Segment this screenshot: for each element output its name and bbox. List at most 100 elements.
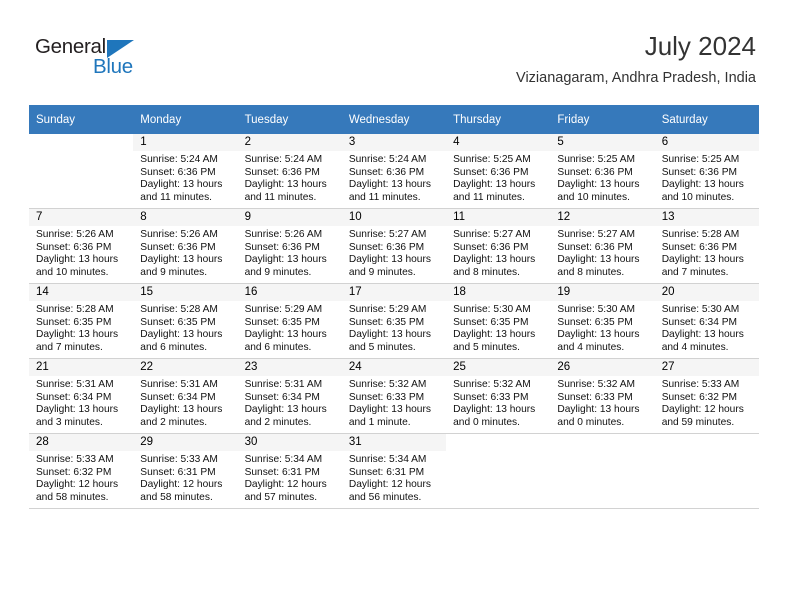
calendar-day-cell[interactable]: 22 Sunrise: 5:31 AM Sunset: 6:34 PM Dayligh… — [133, 359, 238, 434]
daylight-text-line2: and 9 minutes. — [348, 266, 416, 278]
calendar-day-cell[interactable]: 12 Sunrise: 5:27 AM Sunset: 6:36 PM Dayligh… — [550, 209, 655, 284]
day-number: 15 — [133, 284, 238, 301]
calendar-day-cell[interactable]: 25 Sunrise: 5:32 AM Sunset: 6:33 PM Dayligh… — [446, 359, 551, 434]
daylight-text-line2: and 3 minutes. — [36, 416, 103, 428]
calendar-day-cell[interactable]: 19 Sunrise: 5:30 AM Sunset: 6:35 PM Dayligh… — [550, 284, 655, 359]
calendar-day-cell[interactable]: 17 Sunrise: 5:29 AM Sunset: 6:35 PM Dayligh… — [341, 284, 447, 359]
daylight-text-line1: Daylight: 13 hours — [36, 404, 119, 416]
daylight-text-line2: and 5 minutes. — [348, 341, 416, 353]
calendar-week-row: 21 Sunrise: 5:31 AM Sunset: 6:34 PM Dayligh… — [29, 359, 759, 434]
sunrise-text: Sunrise: 5:30 AM — [661, 304, 740, 315]
day-number: 6 — [654, 134, 759, 151]
sunset-text: Sunset: 6:36 PM — [557, 241, 633, 253]
sunset-text: Sunset: 6:33 PM — [557, 391, 633, 403]
calendar-day-cell[interactable]: 21 Sunrise: 5:31 AM Sunset: 6:34 PM Dayligh… — [29, 359, 134, 434]
day-number: 19 — [550, 284, 655, 301]
sunset-text: Sunset: 6:34 PM — [36, 391, 112, 403]
daylight-text-line1: Daylight: 13 hours — [557, 329, 640, 341]
daylight-text-line2: and 6 minutes. — [244, 341, 312, 353]
sunrise-text: Sunrise: 5:33 AM — [140, 454, 218, 465]
calendar-day-cell[interactable]: 1 Sunrise: 5:24 AM Sunset: 6:36 PM Daylight… — [133, 134, 238, 209]
day-cell-inner: 31 Sunrise: 5:34 AM Sunset: 6:31 PM Dayligh… — [341, 434, 447, 509]
day-cell-inner: 21 Sunrise: 5:31 AM Sunset: 6:34 PM Dayligh… — [29, 359, 134, 434]
sunset-text: Sunset: 6:34 PM — [244, 391, 320, 403]
sunset-text: Sunset: 6:34 PM — [661, 316, 738, 328]
calendar-body: 1 Sunrise: 5:24 AM Sunset: 6:36 PM Daylight… — [29, 134, 759, 509]
calendar-day-cell[interactable]: 30 Sunrise: 5:34 AM Sunset: 6:31 PM Dayligh… — [237, 434, 342, 509]
calendar-day-cell[interactable]: 31 Sunrise: 5:34 AM Sunset: 6:31 PM Dayligh… — [341, 434, 447, 509]
day-details: Sunrise: 5:28 AM Sunset: 6:36 PM Daylight:… — [655, 226, 759, 279]
daylight-text-line2: and 11 minutes. — [453, 191, 525, 203]
weekday-header-sunday: Sunday — [29, 105, 134, 134]
sunset-text: Sunset: 6:36 PM — [661, 166, 738, 178]
day-details: Sunrise: 5:31 AM Sunset: 6:34 PM Daylight:… — [29, 376, 133, 429]
day-cell-inner: 13 Sunrise: 5:28 AM Sunset: 6:36 PM Dayligh… — [654, 209, 759, 284]
day-details: Sunrise: 5:28 AM Sunset: 6:35 PM Daylight:… — [29, 301, 133, 354]
calendar-day-cell[interactable]: 14 Sunrise: 5:28 AM Sunset: 6:35 PM Dayligh… — [29, 284, 134, 359]
day-details: Sunrise: 5:30 AM Sunset: 6:35 PM Daylight:… — [550, 301, 654, 354]
day-details: Sunrise: 5:29 AM Sunset: 6:35 PM Daylight:… — [342, 301, 446, 354]
day-cell-inner: 26 Sunrise: 5:32 AM Sunset: 6:33 PM Dayligh… — [550, 359, 655, 434]
calendar-day-cell[interactable]: 8 Sunrise: 5:26 AM Sunset: 6:36 PM Daylight… — [133, 209, 238, 284]
daylight-text-line2: and 57 minutes. — [244, 491, 318, 503]
day-number: 25 — [446, 359, 551, 376]
day-cell-inner: 12 Sunrise: 5:27 AM Sunset: 6:36 PM Dayligh… — [550, 209, 655, 284]
day-number: 16 — [237, 284, 342, 301]
calendar-day-cell[interactable]: 16 Sunrise: 5:29 AM Sunset: 6:35 PM Dayligh… — [237, 284, 342, 359]
calendar-day-cell[interactable]: 24 Sunrise: 5:32 AM Sunset: 6:33 PM Dayligh… — [341, 359, 447, 434]
sunrise-text: Sunrise: 5:34 AM — [348, 454, 427, 465]
calendar-day-cell[interactable]: 13 Sunrise: 5:28 AM Sunset: 6:36 PM Dayligh… — [654, 209, 759, 284]
calendar-day-cell[interactable]: 4 Sunrise: 5:25 AM Sunset: 6:36 PM Daylight… — [446, 134, 551, 209]
daylight-text-line1: Daylight: 13 hours — [140, 179, 223, 191]
calendar-day-cell[interactable]: 29 Sunrise: 5:33 AM Sunset: 6:31 PM Dayligh… — [133, 434, 238, 509]
daylight-text-line2: and 2 minutes. — [140, 416, 208, 428]
daylight-text-line2: and 56 minutes. — [348, 491, 422, 503]
calendar-day-cell[interactable]: 7 Sunrise: 5:26 AM Sunset: 6:36 PM Daylight… — [29, 209, 134, 284]
calendar-day-cell[interactable]: 27 Sunrise: 5:33 AM Sunset: 6:32 PM Dayligh… — [654, 359, 759, 434]
sunrise-text: Sunrise: 5:29 AM — [244, 304, 323, 315]
sunset-text: Sunset: 6:36 PM — [453, 241, 529, 253]
day-number: 28 — [29, 434, 134, 451]
daylight-text-line1: Daylight: 12 hours — [348, 479, 431, 491]
calendar-day-cell[interactable]: 18 Sunrise: 5:30 AM Sunset: 6:35 PM Dayligh… — [446, 284, 551, 359]
day-details: Sunrise: 5:33 AM Sunset: 6:32 PM Daylight:… — [655, 376, 759, 429]
calendar-day-cell[interactable]: 6 Sunrise: 5:25 AM Sunset: 6:36 PM Daylight… — [654, 134, 759, 209]
calendar-day-cell[interactable]: 20 Sunrise: 5:30 AM Sunset: 6:34 PM Dayligh… — [654, 284, 759, 359]
calendar-day-cell[interactable]: 15 Sunrise: 5:28 AM Sunset: 6:35 PM Dayligh… — [133, 284, 238, 359]
day-number — [654, 434, 759, 451]
day-cell-inner — [446, 434, 551, 509]
daylight-text-line2: and 1 minute. — [348, 416, 411, 428]
calendar-day-cell[interactable]: 11 Sunrise: 5:27 AM Sunset: 6:36 PM Dayligh… — [446, 209, 551, 284]
day-cell-inner: 4 Sunrise: 5:25 AM Sunset: 6:36 PM Daylight… — [446, 134, 551, 209]
sunrise-text: Sunrise: 5:28 AM — [661, 229, 740, 240]
daylight-text-line1: Daylight: 12 hours — [140, 479, 223, 491]
calendar-day-cell[interactable]: 9 Sunrise: 5:26 AM Sunset: 6:36 PM Daylight… — [237, 209, 342, 284]
day-details: Sunrise: 5:24 AM Sunset: 6:36 PM Daylight:… — [133, 151, 237, 204]
month-calendar: Sunday Monday Tuesday Wednesday Thursday… — [29, 105, 759, 509]
day-number — [446, 434, 551, 451]
day-cell-inner: 2 Sunrise: 5:24 AM Sunset: 6:36 PM Daylight… — [237, 134, 342, 209]
calendar-day-cell[interactable]: 3 Sunrise: 5:24 AM Sunset: 6:36 PM Daylight… — [341, 134, 447, 209]
day-number: 20 — [654, 284, 759, 301]
calendar-day-cell[interactable]: 5 Sunrise: 5:25 AM Sunset: 6:36 PM Daylight… — [550, 134, 655, 209]
daylight-text-line2: and 7 minutes. — [36, 341, 103, 353]
calendar-day-cell[interactable]: 28 Sunrise: 5:33 AM Sunset: 6:32 PM Dayligh… — [29, 434, 134, 509]
day-details: Sunrise: 5:32 AM Sunset: 6:33 PM Daylight:… — [342, 376, 446, 429]
day-cell-inner: 17 Sunrise: 5:29 AM Sunset: 6:35 PM Dayligh… — [341, 284, 447, 359]
sunset-text: Sunset: 6:35 PM — [140, 316, 216, 328]
day-cell-inner: 19 Sunrise: 5:30 AM Sunset: 6:35 PM Dayligh… — [550, 284, 655, 359]
calendar-empty-cell — [550, 434, 655, 509]
weekday-header-thursday: Thursday — [446, 105, 551, 134]
daylight-text-line2: and 2 minutes. — [244, 416, 312, 428]
sunset-text: Sunset: 6:36 PM — [661, 241, 738, 253]
general-blue-logo[interactable]: General Blue — [35, 36, 165, 82]
calendar-day-cell[interactable]: 23 Sunrise: 5:31 AM Sunset: 6:34 PM Dayligh… — [237, 359, 342, 434]
daylight-text-line1: Daylight: 12 hours — [36, 479, 119, 491]
page-title: July 2024 — [644, 31, 756, 61]
calendar-day-cell[interactable]: 10 Sunrise: 5:27 AM Sunset: 6:36 PM Dayligh… — [341, 209, 447, 284]
calendar-week-row: 7 Sunrise: 5:26 AM Sunset: 6:36 PM Daylight… — [29, 209, 759, 284]
day-cell-inner: 20 Sunrise: 5:30 AM Sunset: 6:34 PM Dayligh… — [654, 284, 759, 359]
calendar-day-cell[interactable]: 26 Sunrise: 5:32 AM Sunset: 6:33 PM Dayligh… — [550, 359, 655, 434]
sunset-text: Sunset: 6:35 PM — [36, 316, 112, 328]
calendar-day-cell[interactable]: 2 Sunrise: 5:24 AM Sunset: 6:36 PM Daylight… — [237, 134, 342, 209]
